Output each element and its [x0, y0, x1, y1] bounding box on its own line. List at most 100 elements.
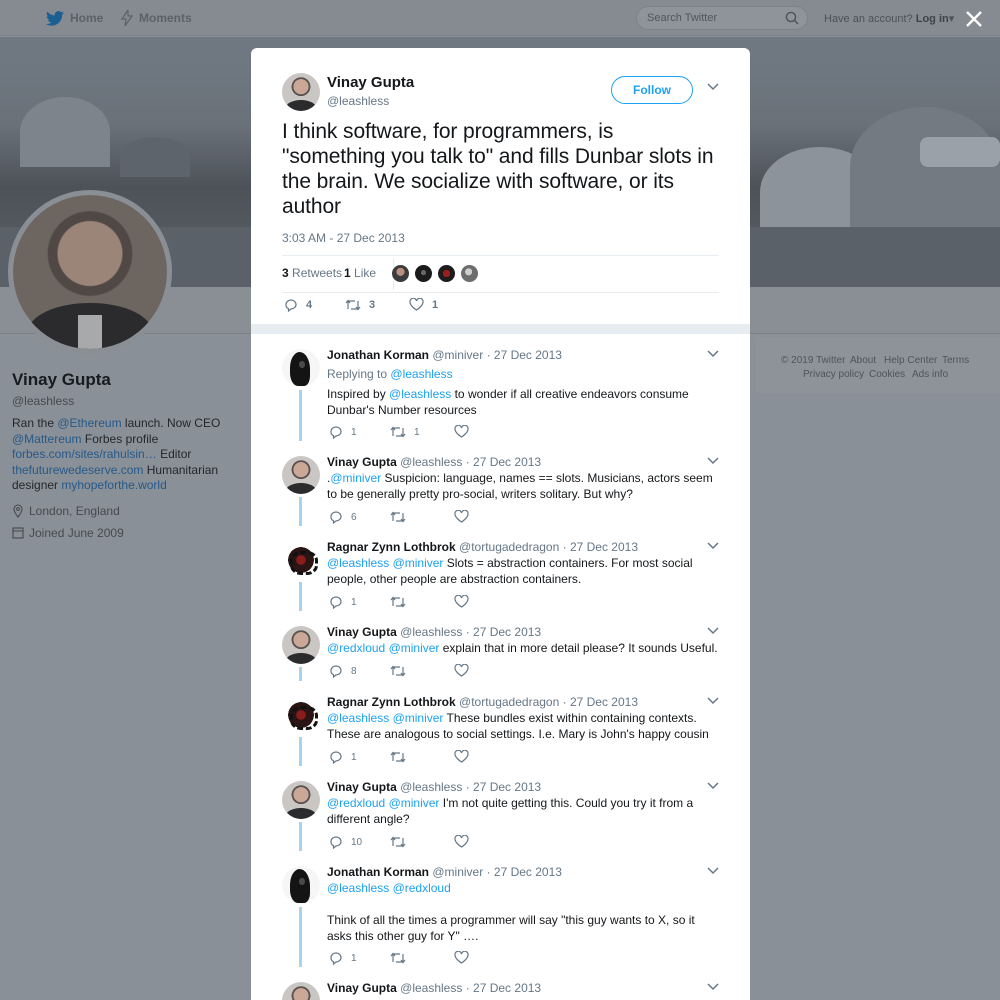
chevron-down-icon[interactable] [707, 350, 719, 358]
tweet-timestamp[interactable]: 3:03 AM - 27 Dec 2013 [282, 231, 405, 245]
reply-avatar[interactable] [282, 349, 320, 387]
bio-link-mattereum[interactable]: @Mattereum [12, 432, 82, 446]
retweet-button[interactable] [390, 951, 414, 965]
reply-author-name[interactable]: Jonathan Korman [327, 865, 429, 879]
mention-link[interactable]: @redxloud [393, 881, 451, 895]
chevron-down-icon[interactable] [707, 83, 719, 91]
profile-avatar[interactable] [8, 190, 172, 354]
reply-button[interactable]: 6 [329, 510, 357, 524]
reply-avatar[interactable] [282, 696, 320, 734]
reply-tweet[interactable]: Ragnar Zynn Lothbrok @tortugadedragon · … [251, 526, 750, 611]
reply-tweet[interactable]: Vinay Gupta @leashless · 27 Dec 2013 .@m… [251, 441, 750, 526]
reply-date[interactable]: · 27 Dec 2013 [466, 981, 541, 995]
reply-tweet[interactable]: Ragnar Zynn Lothbrok @tortugadedragon · … [251, 681, 750, 766]
reply-avatar[interactable] [282, 982, 320, 1000]
reply-avatar[interactable] [282, 626, 320, 664]
reply-author-name[interactable]: Vinay Gupta [327, 455, 397, 469]
chevron-down-icon[interactable] [707, 782, 719, 790]
retweets-stat[interactable]: 3 Retweets [282, 266, 342, 280]
bio-link-forbes[interactable]: forbes.com/sites/rahulsin… [12, 447, 157, 461]
footer-help[interactable]: Help Center [884, 355, 937, 366]
search-icon[interactable] [785, 11, 799, 25]
reply-author-handle[interactable]: @miniver [432, 348, 483, 362]
reply-button[interactable]: 1 [329, 750, 357, 764]
bio-link-hope[interactable]: myhopeforthe.world [61, 478, 166, 492]
mention-link[interactable]: @miniver [389, 796, 440, 810]
reply-author-name[interactable]: Vinay Gupta [327, 780, 397, 794]
retweet-button[interactable] [390, 835, 414, 849]
retweet-button[interactable] [390, 510, 414, 524]
footer-cookies[interactable]: Cookies [869, 369, 905, 380]
reply-author-handle[interactable]: @miniver [432, 865, 483, 879]
liker-avatar[interactable] [414, 264, 433, 283]
reply-tweet[interactable]: Vinay Gupta @leashless · 27 Dec 2013 @re… [251, 611, 750, 681]
reply-date[interactable]: · 27 Dec 2013 [466, 625, 541, 639]
nav-home[interactable]: Home [46, 0, 103, 36]
reply-button[interactable]: 8 [329, 664, 357, 678]
mention-link[interactable]: @leashless [327, 881, 389, 895]
tweet-author-name[interactable]: Vinay Gupta [327, 74, 414, 91]
reply-tweet[interactable]: Jonathan Korman @miniver · 27 Dec 2013 R… [251, 334, 750, 441]
reply-author-name[interactable]: Ragnar Zynn Lothbrok [327, 695, 456, 709]
like-button[interactable] [454, 510, 477, 523]
likes-stat[interactable]: 1 Like [344, 266, 376, 280]
retweet-button[interactable]: 1 [390, 425, 420, 439]
mention-link[interactable]: @leashless [327, 711, 389, 725]
tweet-author-avatar[interactable] [282, 73, 320, 111]
like-button[interactable] [454, 595, 477, 608]
like-button[interactable] [454, 425, 477, 438]
reply-button[interactable]: 1 [329, 595, 357, 609]
follow-button[interactable]: Follow [611, 76, 693, 104]
retweet-button[interactable] [390, 750, 414, 764]
reply-author-handle[interactable]: @tortugadedragon [459, 695, 559, 709]
mention-link[interactable]: @miniver [389, 641, 440, 655]
reply-author-handle[interactable]: @leashless [400, 625, 462, 639]
liker-avatar[interactable] [460, 264, 479, 283]
mention-link[interactable]: @leashless [389, 387, 451, 401]
reply-date[interactable]: · 27 Dec 2013 [487, 348, 562, 362]
profile-handle[interactable]: @leashless [12, 394, 242, 408]
mention-link[interactable]: @miniver [330, 471, 381, 485]
like-button[interactable] [454, 664, 477, 677]
reply-author-handle[interactable]: @leashless [400, 981, 462, 995]
reply-author-name[interactable]: Vinay Gupta [327, 625, 397, 639]
reply-author-handle[interactable]: @leashless [400, 455, 462, 469]
reply-avatar[interactable] [282, 541, 320, 579]
chevron-down-icon[interactable] [707, 697, 719, 705]
reply-avatar[interactable] [282, 866, 320, 904]
reply-button[interactable]: 10 [329, 835, 362, 849]
retweet-button[interactable] [390, 664, 414, 678]
nav-moments[interactable]: Moments [121, 0, 192, 36]
reply-author-name[interactable]: Ragnar Zynn Lothbrok [327, 540, 456, 554]
reply-button[interactable]: 4 [284, 298, 312, 312]
chevron-down-icon[interactable] [707, 867, 719, 875]
footer-about[interactable]: About [850, 355, 876, 366]
reply-author-handle[interactable]: @leashless [400, 780, 462, 794]
reply-author-handle[interactable]: @tortugadedragon [459, 540, 559, 554]
reply-date[interactable]: · 27 Dec 2013 [466, 780, 541, 794]
reply-author-name[interactable]: Vinay Gupta [327, 981, 397, 995]
reply-date[interactable]: · 27 Dec 2013 [487, 865, 562, 879]
reply-date[interactable]: · 27 Dec 2013 [563, 695, 638, 709]
reply-author-name[interactable]: Jonathan Korman [327, 348, 429, 362]
reply-date[interactable]: · 27 Dec 2013 [466, 455, 541, 469]
login-link[interactable]: Log in [916, 13, 949, 25]
liker-avatar[interactable] [391, 264, 410, 283]
mention-link[interactable]: @redxloud [327, 641, 385, 655]
mention-link[interactable]: @miniver [393, 711, 444, 725]
retweet-button[interactable] [390, 595, 414, 609]
footer-privacy[interactable]: Privacy policy [803, 369, 864, 380]
chevron-down-icon[interactable] [707, 542, 719, 550]
reply-tweet[interactable]: Vinay Gupta @leashless · 27 Dec 2013 [251, 967, 750, 1000]
reply-tweet[interactable]: Vinay Gupta @leashless · 27 Dec 2013 @re… [251, 766, 750, 851]
liker-avatar[interactable] [437, 264, 456, 283]
replying-to-link[interactable]: @leashless [390, 367, 452, 381]
reply-avatar[interactable] [282, 456, 320, 494]
mention-link[interactable]: @redxloud [327, 796, 385, 810]
footer-ads[interactable]: Ads info [912, 369, 948, 380]
like-button[interactable] [454, 835, 477, 848]
mention-link[interactable]: @miniver [393, 556, 444, 570]
reply-button[interactable]: 1 [329, 425, 357, 439]
bio-link-future[interactable]: thefuturewedeserve.com [12, 463, 143, 477]
bio-link-ethereum[interactable]: @Ethereum [57, 416, 121, 430]
